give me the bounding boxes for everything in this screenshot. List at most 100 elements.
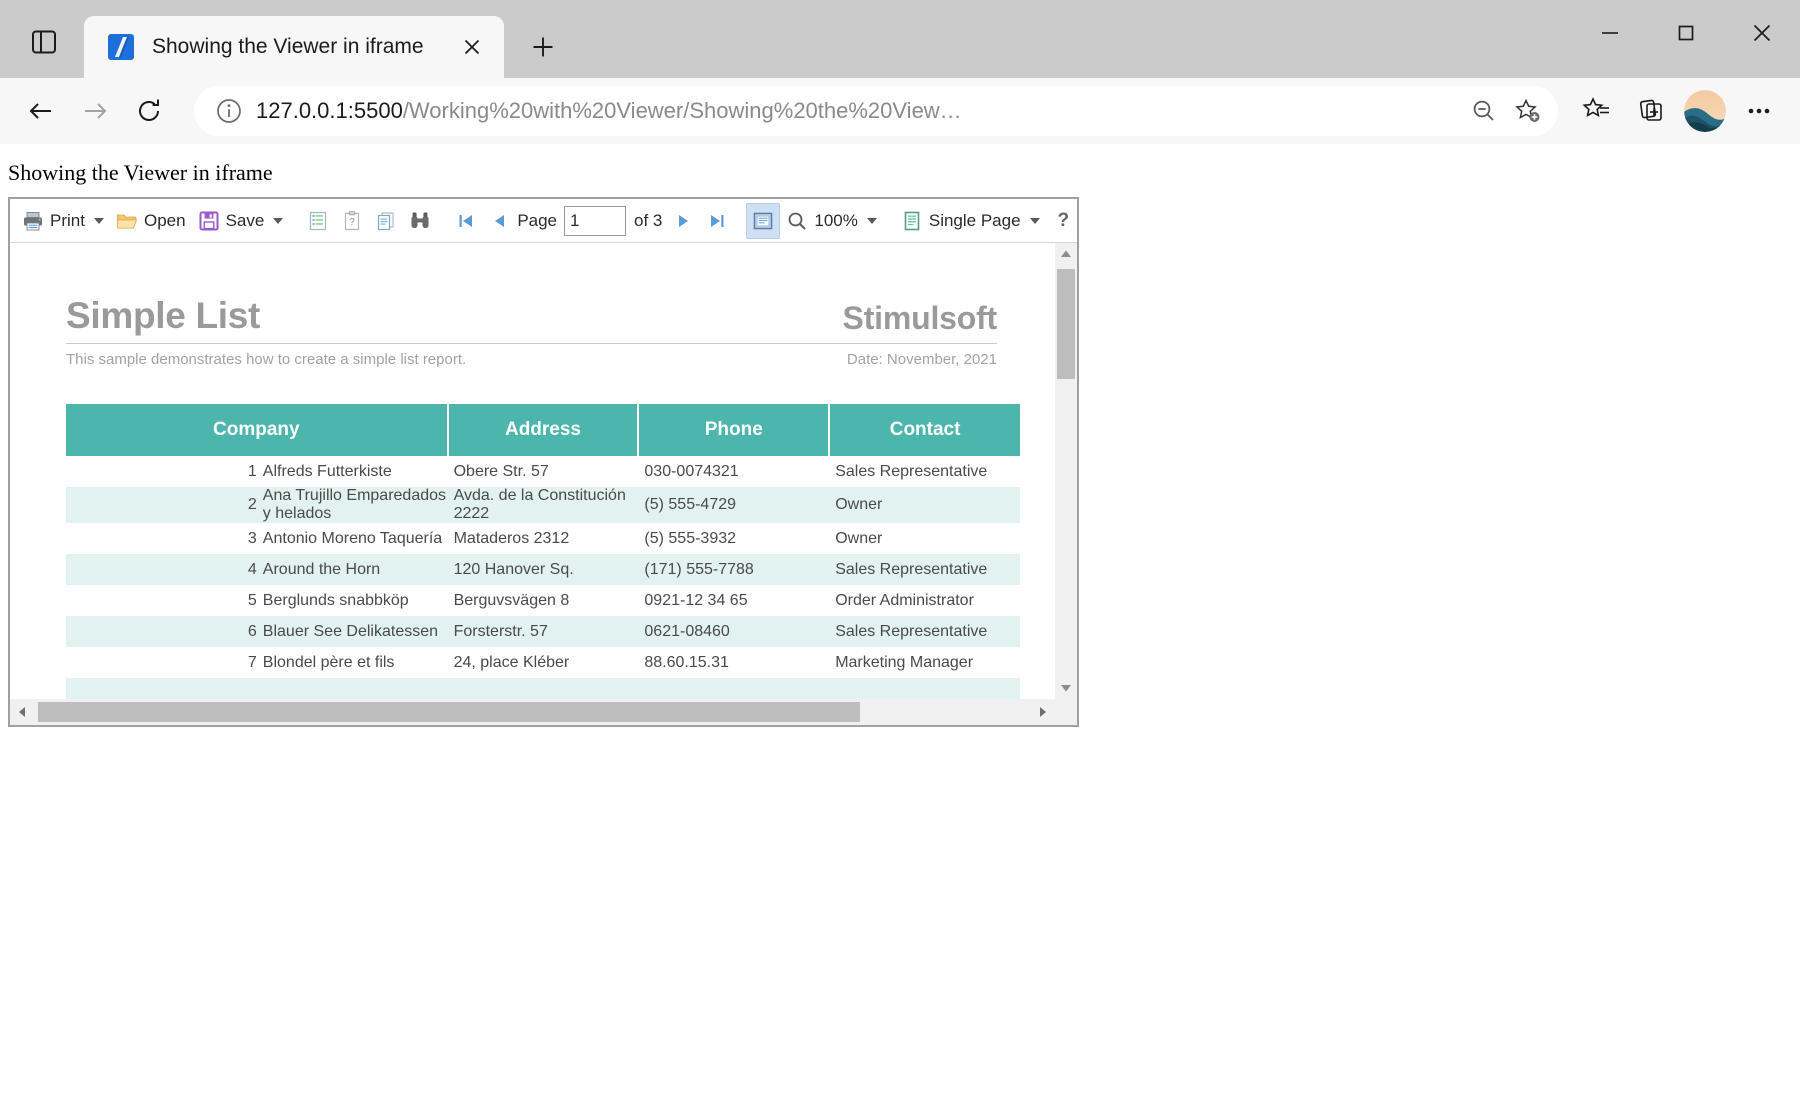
cell-phone: 0621-08460 (638, 616, 830, 647)
report-subheader: This sample demonstrates how to create a… (66, 351, 997, 368)
zoom-value-label: 100% (814, 210, 858, 230)
report-header: Simple List Stimulsoft (66, 295, 997, 344)
vertical-scrollbar-thumb[interactable] (1057, 269, 1075, 379)
print-button[interactable]: Print (16, 203, 110, 239)
help-button[interactable]: ? (1046, 203, 1082, 239)
table-body: 1 Alfreds Futterkiste Obere Str. 57 030-… (66, 456, 1020, 699)
open-button[interactable]: Open (110, 203, 192, 239)
cell-contact: Sales Representative (835, 462, 988, 480)
row-number: 3 (247, 529, 257, 547)
row-number: 1 (247, 462, 257, 480)
new-tab-button[interactable] (520, 24, 566, 70)
row-number: 6 (66, 616, 257, 647)
single-page-icon (904, 211, 920, 230)
cell-company: Blauer See Delikatessen (256, 616, 448, 647)
maximize-button[interactable] (1648, 0, 1724, 66)
browser-tab[interactable]: Showing the Viewer in iframe (84, 16, 504, 78)
add-favorite-icon[interactable] (1506, 89, 1550, 133)
scroll-right-icon[interactable] (1031, 699, 1055, 725)
navigation-toolbar: 127.0.0.1:5500/Working%20with%20Viewer/S… (0, 78, 1800, 144)
scroll-left-icon[interactable] (10, 699, 34, 725)
cell-contact: Sales Representative (829, 616, 1020, 647)
scroll-up-icon[interactable] (1055, 243, 1077, 265)
cell-phone: (171) 555-7788 (638, 554, 830, 585)
close-window-button[interactable] (1724, 0, 1800, 66)
report-brand: Stimulsoft (842, 300, 998, 336)
cell-address: Avda. de la Constitución 2222 (447, 487, 639, 523)
cell-phone: (5) 555-3932 (644, 529, 737, 547)
chevron-down-icon[interactable] (273, 217, 284, 224)
full-page-view-icon (754, 212, 773, 229)
first-page-button[interactable] (449, 203, 483, 239)
tab-title: Showing the Viewer in iframe (152, 35, 424, 58)
report-page: Simple List Stimulsoft This sample demon… (10, 243, 1045, 699)
row-number: 2 (66, 487, 257, 523)
address-bar-url: 127.0.0.1:5500/Working%20with%20Viewer/S… (256, 98, 1462, 124)
cell-phone: 030-0074321 (644, 462, 739, 480)
table-row: 7 Blondel père et fils 24, place Kléber … (66, 647, 1020, 678)
report-table: Company Address Phone Contact 1 Alfreds … (66, 404, 1020, 699)
printer-icon (24, 211, 42, 230)
column-header-contact: Contact (829, 404, 1020, 456)
close-tab-button[interactable] (454, 29, 490, 65)
cell-phone: 88.60.15.31 (644, 653, 729, 671)
cell-contact: Sales Representative (829, 554, 1020, 585)
favorites-icon[interactable] (1570, 84, 1624, 138)
chevron-down-icon[interactable] (1029, 217, 1040, 224)
forward-arrow-icon[interactable] (68, 84, 122, 138)
zoom-button[interactable]: 100% (780, 203, 882, 239)
cell-contact: Owner (829, 487, 1020, 523)
column-header-phone: Phone (638, 404, 831, 456)
report-canvas: Simple List Stimulsoft This sample demon… (10, 243, 1055, 699)
horizontal-scrollbar[interactable] (10, 699, 1055, 725)
svg-text:?: ? (350, 217, 356, 228)
scroll-down-icon[interactable] (1055, 677, 1077, 699)
tab-actions-icon[interactable] (16, 14, 72, 70)
view-mode-button[interactable]: Single Page (895, 203, 1046, 239)
site-info-icon[interactable] (210, 92, 248, 130)
resources-icon (378, 211, 394, 230)
window-controls (1572, 0, 1800, 66)
scrollbar-corner (1055, 699, 1077, 725)
minimize-button[interactable] (1572, 0, 1648, 66)
back-arrow-icon[interactable] (14, 84, 68, 138)
full-page-view-button[interactable] (746, 202, 781, 239)
profile-avatar[interactable] (1684, 90, 1726, 132)
address-bar-host: 127.0.0.1:5500 (256, 98, 403, 123)
table-row: 2 Ana Trujillo Emparedados y helados Avd… (66, 487, 1020, 523)
cell-address: 24, place Kléber (453, 653, 570, 671)
chevron-down-icon[interactable] (93, 217, 104, 224)
chevron-down-icon[interactable] (866, 217, 877, 224)
stimulsoft-viewer: Print Open Save ? Page 1 of 3 100% Singl… (8, 197, 1079, 727)
horizontal-scrollbar-thumb[interactable] (38, 702, 860, 722)
save-button[interactable]: Save (192, 203, 290, 239)
zoom-out-icon[interactable] (1462, 89, 1506, 133)
page-number-input[interactable] (564, 205, 627, 236)
view-mode-label: Single Page (928, 210, 1021, 230)
previous-page-button[interactable] (483, 203, 517, 239)
address-bar[interactable]: 127.0.0.1:5500/Working%20with%20Viewer/S… (194, 86, 1558, 136)
resources-button[interactable] (369, 203, 403, 239)
last-page-button[interactable] (700, 203, 734, 239)
cell-contact: Marketing Manager (835, 653, 974, 671)
parameters-button[interactable]: ? (335, 203, 369, 239)
page-content: Showing the Viewer in iframe Print Open … (0, 144, 1800, 1100)
parameters-icon: ? (345, 210, 360, 230)
page-label: Page (517, 210, 558, 230)
collections-icon[interactable] (1624, 84, 1678, 138)
find-button[interactable] (403, 203, 437, 239)
reload-icon[interactable] (122, 84, 176, 138)
row-number: 4 (66, 554, 257, 585)
more-options-icon[interactable] (1732, 84, 1786, 138)
cell-address: Mataderos 2312 (453, 529, 570, 547)
vertical-scrollbar[interactable] (1055, 243, 1077, 699)
viewer-body: Simple List Stimulsoft This sample demon… (10, 243, 1077, 725)
live-server-icon (106, 32, 136, 62)
cell-company: Berglunds snabbköp (262, 591, 409, 609)
cell-company: Around the Horn (256, 554, 448, 585)
open-label: Open (143, 210, 186, 230)
print-label: Print (50, 210, 85, 230)
row-number: 7 (247, 653, 257, 671)
next-page-button[interactable] (666, 203, 700, 239)
bookmarks-button[interactable] (301, 203, 335, 239)
